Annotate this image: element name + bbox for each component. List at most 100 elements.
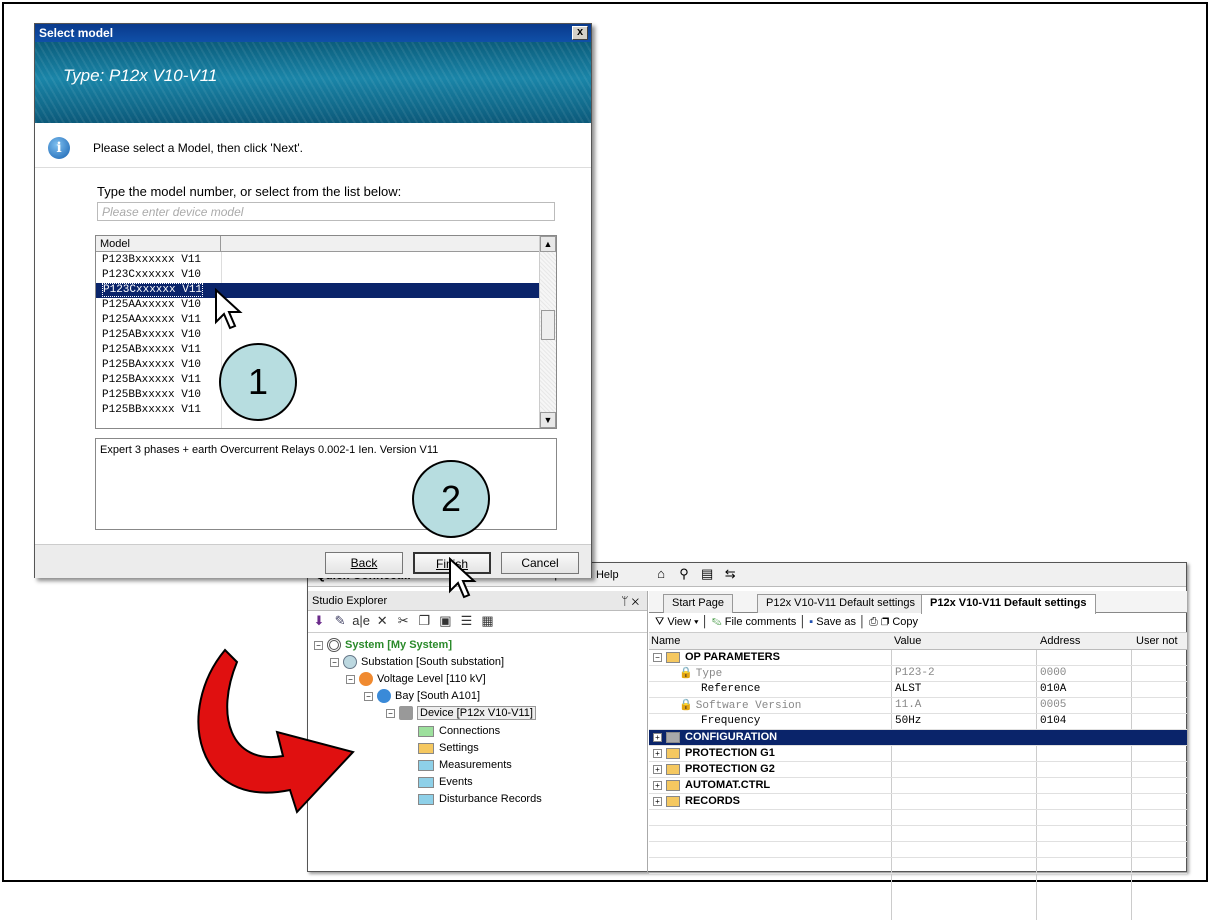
rename-icon[interactable]: a|e bbox=[352, 613, 370, 629]
row-address: 0104 bbox=[1040, 715, 1067, 727]
model-list[interactable]: Model P123Bxxxxxx V11 P123Cxxxxxx V10 P1… bbox=[95, 235, 557, 429]
tree-node-settings[interactable]: Settings bbox=[418, 740, 479, 756]
grid-row-op-parameters[interactable]: − OP PARAMETERS bbox=[649, 650, 1187, 666]
measurements-folder-icon bbox=[418, 759, 434, 771]
comments-icon[interactable]: ✎ bbox=[712, 616, 722, 628]
row-value[interactable]: 50Hz bbox=[895, 714, 921, 729]
connect-icon[interactable]: ⇆ bbox=[722, 566, 738, 582]
row-name: PROTECTION G2 bbox=[685, 763, 775, 775]
bay-icon bbox=[377, 689, 391, 704]
grid-row-software-version[interactable]: 🔒 Software Version 11.A 0005 bbox=[649, 698, 1187, 714]
disturbance-folder-icon bbox=[418, 793, 434, 805]
delete-icon[interactable]: ✕ bbox=[373, 613, 391, 629]
grid-row-protection-g1[interactable]: + PROTECTION G1 bbox=[649, 746, 1187, 762]
tree-node-events[interactable]: Events bbox=[418, 774, 473, 790]
select-model-dialog: Select model x Type: P12x V10-V11 i Plea… bbox=[34, 23, 592, 578]
model-list-scrollbar[interactable]: ▲ ▼ bbox=[539, 236, 556, 428]
disturbance-records-label: Disturbance Records bbox=[439, 793, 542, 805]
column-address[interactable]: Address bbox=[1040, 635, 1080, 647]
folder-open-icon bbox=[666, 651, 680, 663]
tree-node-measurements[interactable]: Measurements bbox=[418, 757, 512, 773]
tab-start-page[interactable]: Start Page bbox=[663, 594, 733, 613]
row-value[interactable]: ALST bbox=[895, 682, 921, 697]
copy-button[interactable]: Copy bbox=[892, 616, 918, 628]
model-option[interactable]: P125BAxxxxx V10 bbox=[96, 358, 541, 373]
row-name: Software Version bbox=[695, 700, 802, 712]
scroll-up-icon[interactable]: ▲ bbox=[540, 236, 556, 252]
model-option[interactable]: P125AAxxxxx V10 bbox=[96, 298, 541, 313]
model-option[interactable]: P123Bxxxxxx V11 bbox=[96, 253, 541, 268]
model-option[interactable]: P125BBxxxxx V10 bbox=[96, 388, 541, 403]
scroll-down-icon[interactable]: ▼ bbox=[540, 412, 556, 428]
explorer-toolbar: ⬇ ✎ a|e ✕ ✂ ❐ ▣ ☰ ▦ bbox=[308, 611, 647, 633]
mouse-cursor-icon bbox=[449, 557, 477, 599]
view-menu-icon[interactable]: ▦ bbox=[479, 613, 497, 629]
row-address: 0005 bbox=[1040, 699, 1067, 711]
close-button[interactable]: x bbox=[572, 26, 588, 40]
file-comments-button[interactable]: File comments bbox=[725, 616, 797, 628]
save-as-button[interactable]: Save as bbox=[816, 616, 856, 628]
column-user-notes[interactable]: User not bbox=[1136, 635, 1178, 647]
expand-icon[interactable]: + bbox=[653, 780, 662, 790]
filter-icon[interactable]: ⛛ bbox=[655, 616, 664, 628]
properties-icon[interactable]: ▤ bbox=[699, 566, 715, 582]
info-icon: i bbox=[48, 137, 70, 159]
studio-window: Quick Connect... View Print Tools Option… bbox=[307, 562, 1187, 920]
grid-row-frequency[interactable]: Frequency 50Hz 0104 bbox=[649, 714, 1187, 730]
grid-row-automat-ctrl[interactable]: + AUTOMAT.CTRL bbox=[649, 778, 1187, 794]
model-option[interactable]: P125BAxxxxx V11 bbox=[96, 373, 541, 388]
row-name: Reference bbox=[701, 683, 761, 695]
collapse-icon[interactable]: − bbox=[653, 652, 662, 662]
grid-row-records[interactable]: + RECORDS bbox=[649, 794, 1187, 810]
tree-node-connections[interactable]: Connections bbox=[418, 723, 500, 739]
save-icon[interactable]: ▪ bbox=[809, 616, 813, 628]
grid-row-configuration[interactable]: + CONFIGURATION bbox=[649, 730, 1187, 746]
model-search-input[interactable]: Please enter device model bbox=[97, 202, 555, 221]
cut-icon[interactable]: ✂ bbox=[394, 613, 412, 629]
column-model[interactable]: Model bbox=[96, 236, 221, 252]
model-option[interactable]: P125BBxxxxx V11 bbox=[96, 403, 541, 418]
tree-node-disturbance-records[interactable]: Disturbance Records bbox=[418, 791, 542, 807]
expand-icon[interactable]: + bbox=[653, 764, 662, 774]
wand-icon[interactable]: ✎ bbox=[331, 613, 349, 629]
scroll-thumb[interactable] bbox=[541, 310, 555, 340]
menu-help[interactable]: Help bbox=[596, 569, 619, 581]
model-option[interactable]: P125AAxxxxx V11 bbox=[96, 313, 541, 328]
expand-icon[interactable]: + bbox=[653, 732, 662, 742]
tab-default-settings-2[interactable]: P12x V10-V11 Default settings bbox=[921, 594, 1096, 614]
paste-icon[interactable]: ▣ bbox=[436, 613, 454, 629]
model-option[interactable]: P123Cxxxxxx V10 bbox=[96, 268, 541, 283]
tab-default-settings-1[interactable]: P12x V10-V11 Default settings bbox=[757, 594, 924, 613]
curved-arrow-icon bbox=[197, 648, 355, 814]
settings-toolbar: ⛛ View ▾ │ ✎ File comments │ ▪ Save as │… bbox=[649, 613, 1187, 633]
grid-row-type[interactable]: 🔒 Type P123-2 0000 bbox=[649, 666, 1187, 682]
model-option[interactable]: P125ABxxxxx V10 bbox=[96, 328, 541, 343]
grid-row-reference[interactable]: Reference ALST 010A bbox=[649, 682, 1187, 698]
expand-icon[interactable]: + bbox=[653, 796, 662, 806]
cancel-button[interactable]: Cancel bbox=[501, 552, 579, 574]
print-icon[interactable]: ⎙ bbox=[869, 616, 878, 628]
model-option-selected[interactable]: P123Cxxxxxx V11 bbox=[96, 283, 541, 298]
model-option[interactable]: P125ABxxxxx V11 bbox=[96, 343, 541, 358]
search-icon[interactable]: ⚲ bbox=[676, 566, 692, 582]
column-name[interactable]: Name bbox=[651, 635, 680, 647]
pin-close-icon[interactable]: ᛘ ✕ bbox=[621, 594, 639, 608]
bay-label: Bay [South A101] bbox=[395, 690, 481, 702]
properties-icon[interactable]: ☰ bbox=[457, 613, 475, 629]
tree-node-device[interactable]: − Device [P12x V10-V11] bbox=[386, 705, 536, 721]
download-icon[interactable]: ⬇ bbox=[310, 613, 328, 629]
copy-icon[interactable]: ❐ bbox=[881, 616, 889, 628]
collapse-icon[interactable]: − bbox=[386, 708, 395, 718]
grid-row-empty bbox=[649, 842, 1187, 858]
view-button[interactable]: View bbox=[667, 616, 691, 628]
tree-node-bay[interactable]: − Bay [South A101] bbox=[364, 688, 480, 704]
grid-row-protection-g2[interactable]: + PROTECTION G2 bbox=[649, 762, 1187, 778]
back-button[interactable]: Back bbox=[325, 552, 403, 574]
copy-icon[interactable]: ❐ bbox=[415, 613, 433, 629]
dialog-banner: Type: P12x V10-V11 bbox=[35, 42, 591, 123]
dialog-titlebar: Select model x bbox=[35, 24, 591, 42]
home-icon[interactable]: ⌂ bbox=[653, 566, 669, 582]
settings-grid-header: Name Value Address User not bbox=[649, 633, 1187, 650]
column-value[interactable]: Value bbox=[894, 635, 921, 647]
expand-icon[interactable]: + bbox=[653, 748, 662, 758]
